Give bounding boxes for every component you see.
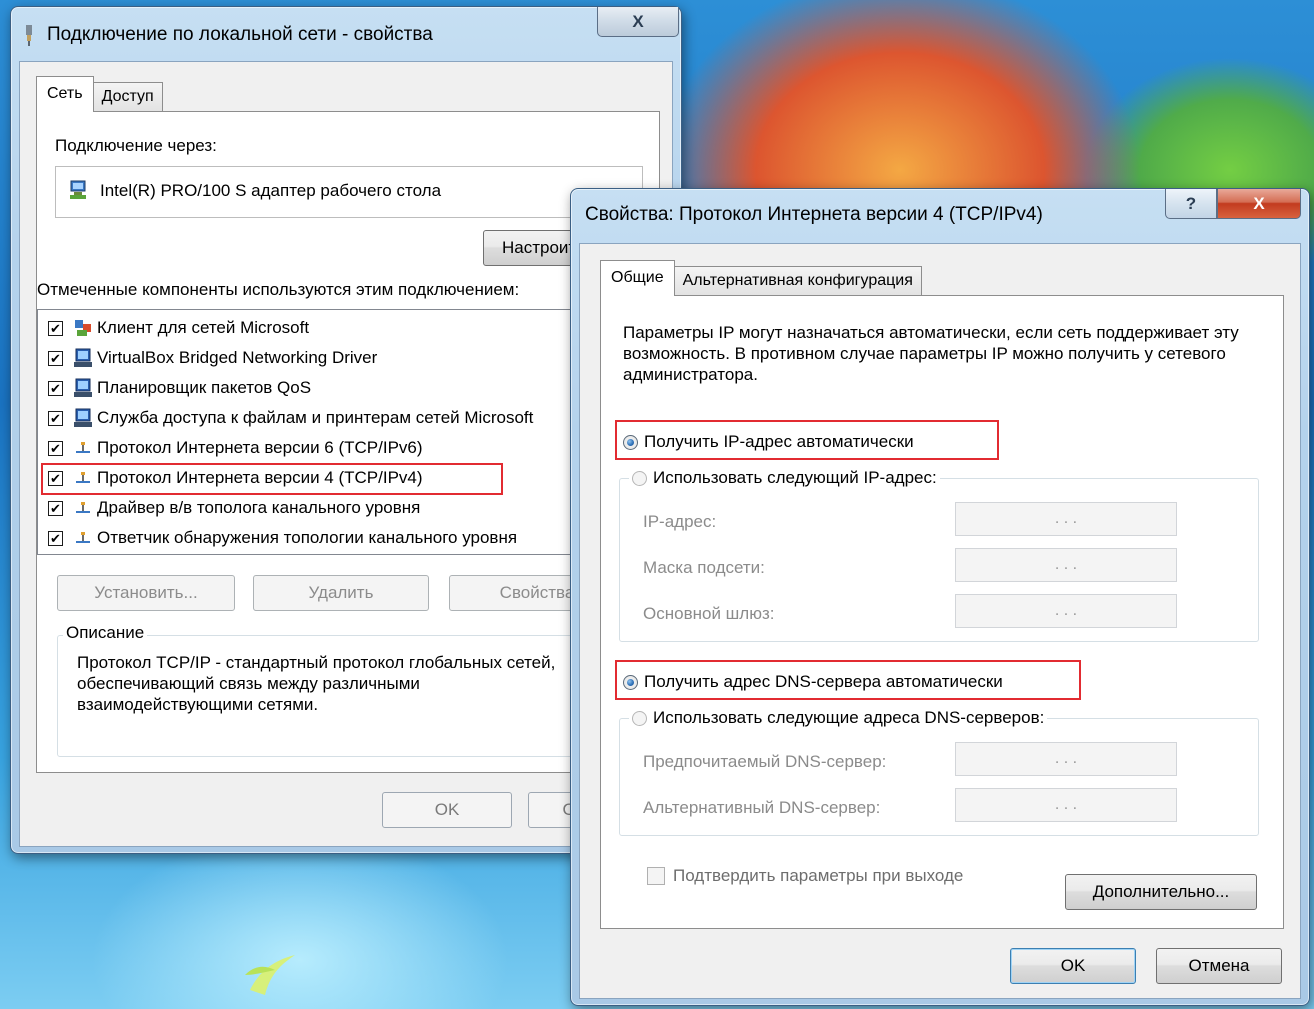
ip-manual-label: Использовать следующий IP-адрес: [653, 468, 937, 487]
advanced-button[interactable]: Дополнительно... [1065, 874, 1257, 910]
ip-dots: . . . [1054, 750, 1078, 767]
description-text: Протокол TCP/IP - стандартный протокол г… [77, 653, 556, 714]
list-item-label: Клиент для сетей Microsoft [97, 318, 310, 337]
list-item-label: Протокол Интернета версии 6 (TCP/IPv6) [97, 438, 423, 457]
preferred-dns-label: Предпочитаемый DNS-сервер: [643, 752, 887, 771]
protocol-icon [76, 442, 90, 453]
checkbox[interactable]: ✔ [48, 530, 63, 546]
list-item[interactable]: ✔ Ответчик обнаружения топологии канальн… [48, 524, 517, 552]
network-tab-panel: Подключение через: Intel(R) PRO/100 S ад… [36, 111, 660, 773]
ip-manual-radio[interactable]: Использовать следующий IP-адрес: [629, 468, 940, 488]
remove-button[interactable]: Удалить [253, 575, 429, 611]
ip-address-input[interactable]: . . . [955, 502, 1177, 536]
list-item[interactable]: ✔ Драйвер в/в тополога канального уровня [48, 494, 420, 522]
computer-icon [74, 348, 92, 367]
list-item-label: Ответчик обнаружения топологии канальног… [97, 528, 518, 547]
network-client-icon [75, 320, 91, 336]
components-list: ✔ Клиент для сетей Microsoft ✔ VirtualBo… [37, 309, 647, 555]
gateway-label: Основной шлюз: [643, 604, 775, 623]
subnet-mask-input[interactable]: . . . [955, 548, 1177, 582]
list-item[interactable]: ✔ Протокол Интернета версии 6 (TCP/IPv6) [48, 434, 423, 462]
alternate-dns-label: Альтернативный DNS-сервер: [643, 798, 881, 817]
computer-icon [74, 408, 92, 427]
close-button[interactable]: X [597, 7, 679, 37]
validate-checkbox[interactable] [647, 867, 665, 885]
dns-manual-label: Использовать следующие адреса DNS-сервер… [653, 708, 1045, 727]
list-item-label: Драйвер в/в тополога канального уровня [97, 498, 421, 517]
dns-manual-radio[interactable]: Использовать следующие адреса DNS-сервер… [629, 708, 1048, 728]
checkbox[interactable]: ✔ [48, 320, 63, 336]
window-title-bar[interactable]: Подключение по локальной сети - свойства [21, 15, 433, 55]
ip-dots: . . . [1054, 510, 1078, 527]
help-icon: ? [1185, 193, 1197, 213]
install-button[interactable]: Установить... [57, 575, 235, 611]
checkbox[interactable]: ✔ [48, 500, 63, 516]
cancel-button[interactable]: Отмена [1156, 948, 1282, 984]
help-button[interactable]: ? [1165, 189, 1217, 219]
tab-strip: Общие Альтернативная конфигурация [600, 260, 922, 296]
window-title: Свойства: Протокол Интернета версии 4 (T… [585, 204, 1043, 225]
validate-label: Подтвердить параметры при выходе [673, 866, 964, 885]
ip-address-label: IP-адрес: [643, 512, 717, 531]
window-title: Подключение по локальной сети - свойства [47, 24, 433, 45]
components-label: Отмеченные компоненты используются этим … [37, 280, 520, 299]
windows-logo-leaf-icon [245, 955, 295, 995]
list-item-label: Служба доступа к файлам и принтерам сете… [97, 408, 534, 427]
protocol-icon [76, 532, 90, 543]
protocol-icon [76, 502, 90, 513]
ipv4-highlight-box [41, 463, 503, 495]
tab-general[interactable]: Общие [600, 260, 675, 296]
checkbox[interactable]: ✔ [48, 380, 63, 396]
ip-dots: . . . [1054, 796, 1078, 813]
alternate-dns-input[interactable]: . . . [955, 788, 1177, 822]
close-icon: X [1253, 193, 1265, 213]
list-item[interactable]: ✔ Клиент для сетей Microsoft [48, 314, 309, 342]
ok-button[interactable]: OK [1010, 948, 1136, 984]
subnet-mask-label: Маска подсети: [643, 558, 765, 577]
checkbox[interactable]: ✔ [48, 440, 63, 456]
radio-unselected[interactable] [632, 710, 647, 726]
ip-dots: . . . [1054, 556, 1078, 573]
adapter-name: Intel(R) PRO/100 S адаптер рабочего стол… [100, 181, 442, 200]
general-tab-panel: Параметры IP могут назначаться автоматич… [600, 295, 1284, 929]
adapter-field: Intel(R) PRO/100 S адаптер рабочего стол… [55, 166, 643, 218]
computer-icon [74, 378, 92, 397]
connect-via-label: Подключение через: [55, 136, 217, 155]
list-item[interactable]: ✔ Служба доступа к файлам и принтерам се… [48, 404, 533, 432]
validate-checkbox-row[interactable]: Подтвердить параметры при выходе [647, 866, 963, 886]
preferred-dns-input[interactable]: . . . [955, 742, 1177, 776]
close-button[interactable]: X [1217, 189, 1301, 219]
checkbox[interactable]: ✔ [48, 410, 63, 426]
list-item[interactable]: ✔ VirtualBox Bridged Networking Driver [48, 344, 377, 372]
window-title-bar[interactable]: Свойства: Протокол Интернета версии 4 (T… [585, 195, 1043, 235]
network-connection-icon [26, 25, 32, 46]
ip-auto-highlight-box [615, 420, 999, 460]
gateway-input[interactable]: . . . [955, 594, 1177, 628]
ok-button[interactable]: OK [382, 792, 512, 828]
network-adapter-icon [70, 180, 86, 199]
radio-unselected[interactable] [632, 470, 647, 486]
list-item[interactable]: ✔ Планировщик пакетов QoS [48, 374, 311, 402]
tab-alternate-config[interactable]: Альтернативная конфигурация [673, 266, 922, 296]
ip-dots: . . . [1054, 602, 1078, 619]
checkbox[interactable]: ✔ [48, 350, 63, 366]
tab-strip: Сеть Доступ [36, 76, 163, 112]
close-icon: X [632, 11, 644, 31]
list-item-label: Планировщик пакетов QoS [97, 378, 312, 397]
tab-network[interactable]: Сеть [36, 76, 94, 112]
description-title: Описание [63, 623, 148, 643]
ipv4-window-body: Общие Альтернативная конфигурация Параме… [579, 243, 1301, 999]
dns-auto-highlight-box [615, 660, 1081, 700]
list-item-label: VirtualBox Bridged Networking Driver [97, 348, 378, 367]
intro-text: Параметры IP могут назначаться автоматич… [623, 323, 1239, 384]
tab-sharing[interactable]: Доступ [92, 82, 163, 112]
ipv4-properties-window: Свойства: Протокол Интернета версии 4 (T… [570, 188, 1310, 1006]
